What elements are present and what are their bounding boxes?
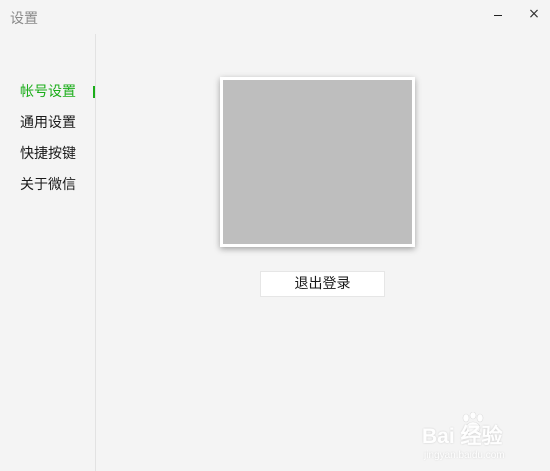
watermark-url: jingyan.baidu.com [424, 450, 505, 461]
window-title: 设置 [10, 11, 38, 27]
sidebar-item-about[interactable]: 关于微信 [20, 175, 76, 195]
watermark: Bai 经验 jingyan.baidu.com [420, 412, 548, 467]
settings-window: 设置 × 帐号设置 通用设置 快捷按键 关于微信 退出登录 Bai 经验 jin… [0, 0, 550, 471]
active-tab-indicator [93, 86, 95, 98]
sidebar-item-account[interactable]: 帐号设置 [20, 82, 76, 102]
sidebar-divider [95, 34, 96, 471]
avatar[interactable] [223, 80, 412, 244]
sidebar-item-shortcuts[interactable]: 快捷按键 [20, 144, 76, 164]
avatar-frame [220, 77, 415, 247]
sidebar-item-general[interactable]: 通用设置 [20, 113, 76, 133]
minimize-icon [494, 14, 502, 16]
watermark-brand: Bai 经验 [422, 425, 503, 448]
title-bar[interactable]: 设置 × [0, 0, 550, 34]
close-button[interactable]: × [524, 4, 544, 24]
close-icon: × [528, 6, 540, 22]
minimize-button[interactable] [488, 4, 508, 24]
logout-button[interactable]: 退出登录 [260, 271, 385, 297]
